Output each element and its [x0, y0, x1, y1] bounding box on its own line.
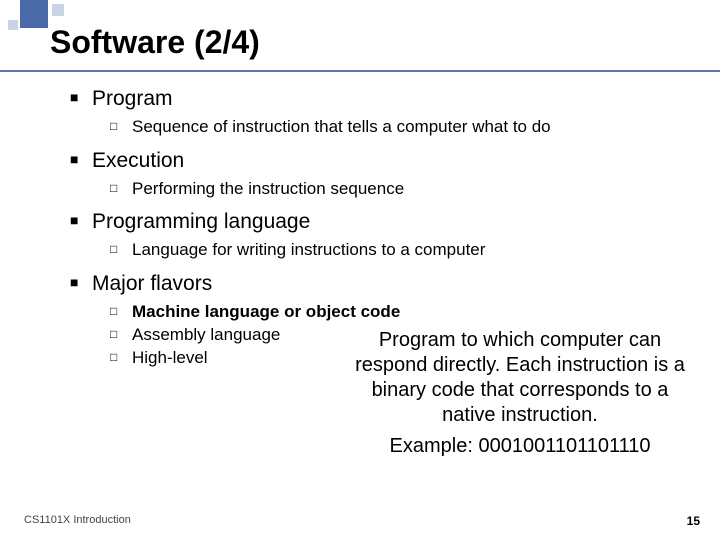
sub-bullet: Machine language or object code	[132, 301, 400, 322]
square-bullet-icon: ■	[70, 86, 92, 112]
page-number: 15	[687, 514, 700, 528]
slide-title: Software (2/4)	[50, 24, 700, 61]
callout-example: Example: 0001001101101110	[350, 434, 690, 459]
bullet-execution: ■ Execution □ Performing the instruction…	[70, 148, 690, 200]
square-bullet-icon: ■	[70, 148, 92, 174]
bullet-label: Execution	[92, 148, 184, 174]
callout-body: Program to which computer can respond di…	[350, 328, 690, 428]
title-rule	[0, 70, 720, 72]
hollow-square-icon: □	[110, 116, 132, 137]
sub-bullet: Language for writing instructions to a c…	[132, 239, 485, 260]
hollow-square-icon: □	[110, 301, 132, 322]
sub-bullet: Assembly language	[132, 324, 280, 345]
sub-bullet: High-level	[132, 347, 208, 368]
bullet-programming-language: ■ Programming language □ Language for wr…	[70, 209, 690, 261]
bullet-label: Major flavors	[92, 271, 212, 297]
hollow-square-icon: □	[110, 178, 132, 199]
bullet-label: Program	[92, 86, 173, 112]
slide: Software (2/4) ■ Program □ Sequence of i…	[0, 0, 720, 540]
slide-content: ■ Program □ Sequence of instruction that…	[70, 86, 690, 469]
callout-machine-language: Program to which computer can respond di…	[350, 328, 690, 459]
sub-bullet: Performing the instruction sequence	[132, 178, 404, 199]
bullet-label: Programming language	[92, 209, 310, 235]
hollow-square-icon: □	[110, 324, 132, 345]
square-bullet-icon: ■	[70, 271, 92, 297]
square-bullet-icon: ■	[70, 209, 92, 235]
bullet-major-flavors: ■ Major flavors □ Machine language or ob…	[70, 271, 690, 460]
footer-text: CS1101X Introduction	[24, 514, 131, 526]
bullet-program: ■ Program □ Sequence of instruction that…	[70, 86, 690, 138]
hollow-square-icon: □	[110, 239, 132, 260]
hollow-square-icon: □	[110, 347, 132, 368]
sub-bullet: Sequence of instruction that tells a com…	[132, 116, 551, 137]
